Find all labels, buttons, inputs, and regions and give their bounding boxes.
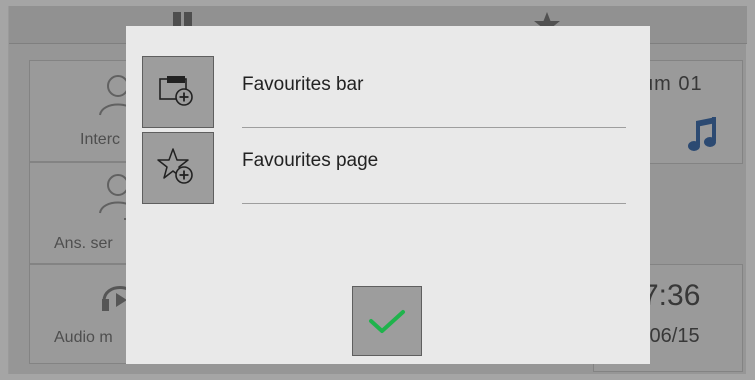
favourites-bar-add-icon [159, 76, 193, 106]
star-add-icon [157, 148, 193, 184]
confirm-button[interactable] [352, 286, 422, 356]
favourites-page-button[interactable] [142, 132, 214, 204]
option-favourites-page[interactable]: Favourites page [142, 132, 626, 204]
favourites-bar-button[interactable] [142, 56, 214, 128]
option-label: Favourites page [242, 150, 379, 171]
divider [242, 127, 626, 128]
checkmark-icon [369, 310, 405, 333]
divider [242, 203, 626, 204]
add-to-favourites-dialog: Favourites bar Favourites page [126, 26, 650, 364]
option-favourites-bar[interactable]: Favourites bar [142, 56, 626, 128]
screen-edge [8, 6, 9, 374]
option-label: Favourites bar [242, 74, 364, 95]
